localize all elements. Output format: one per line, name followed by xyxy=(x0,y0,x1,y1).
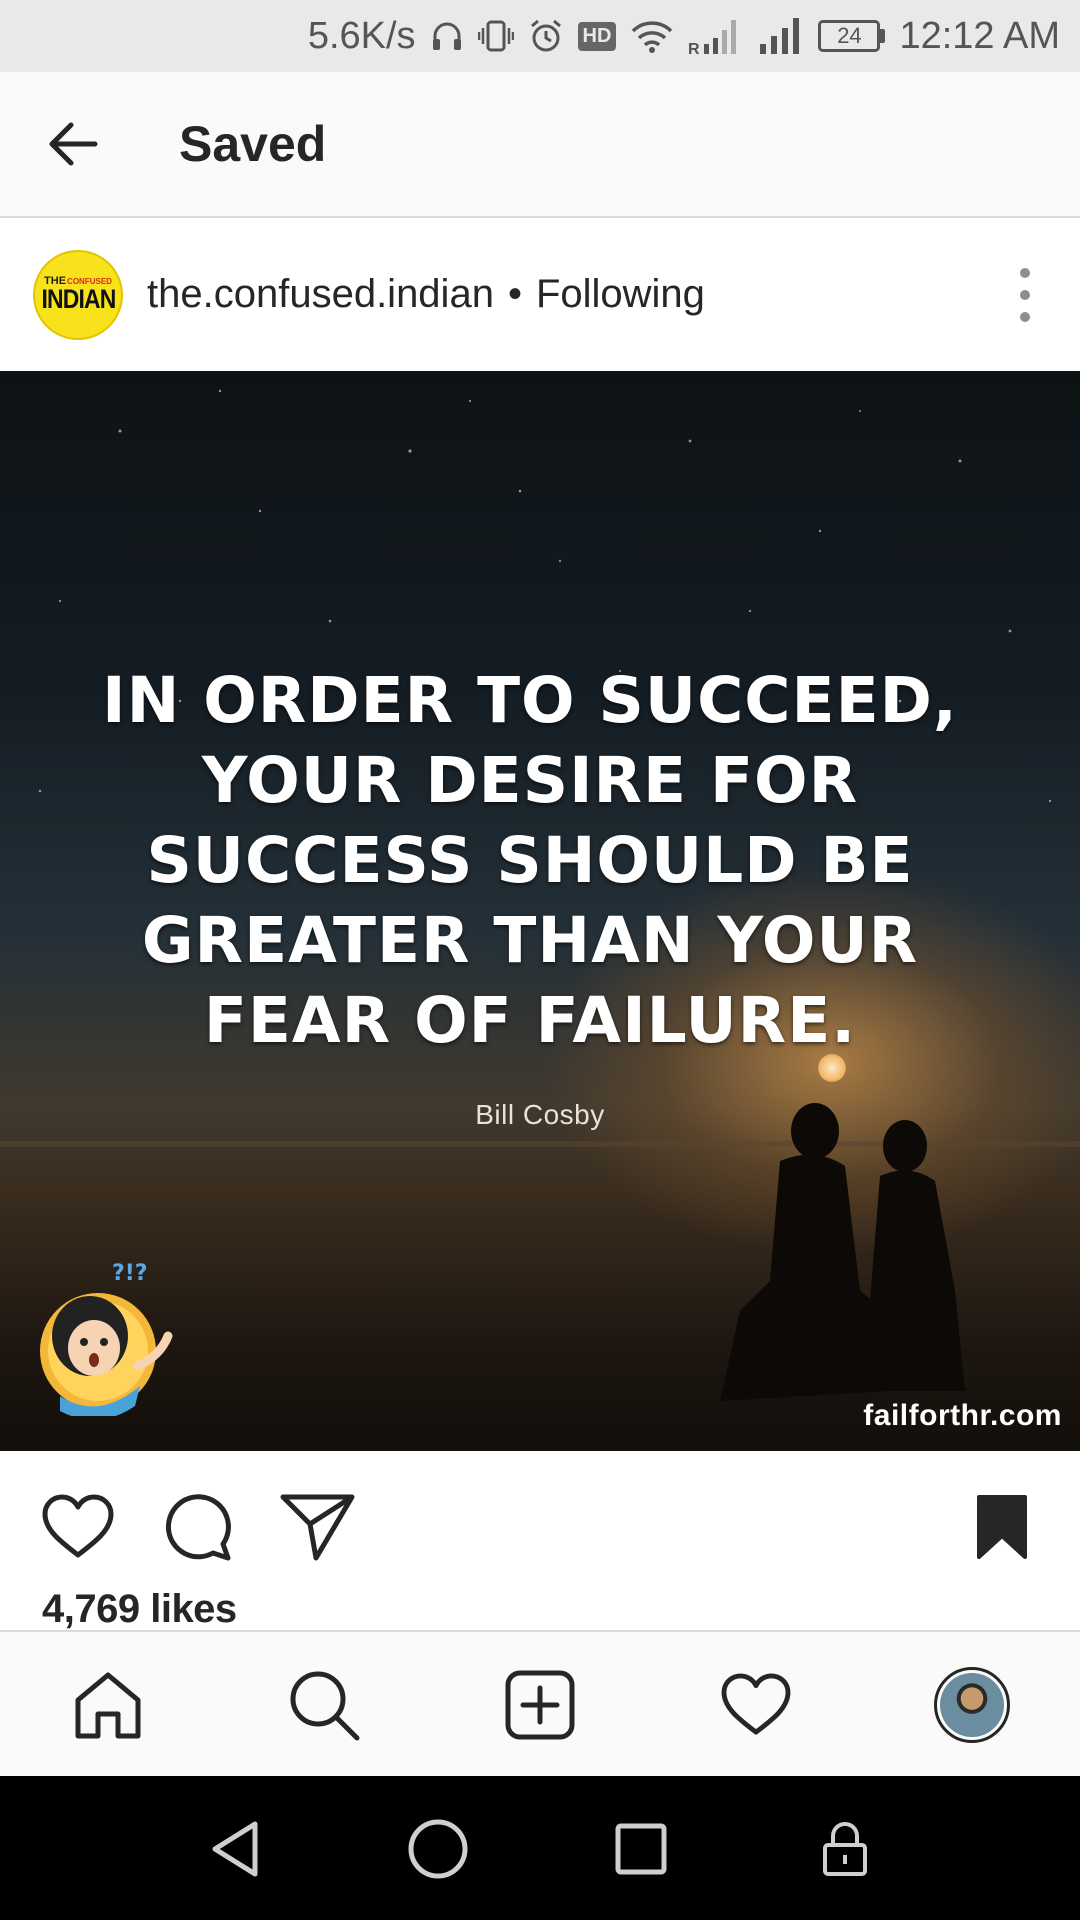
heart-outline-icon xyxy=(721,1673,791,1735)
avatar-logo-text-indian: INDIAN xyxy=(41,284,116,315)
hd-badge: HD xyxy=(577,21,617,51)
search-icon xyxy=(290,1671,360,1741)
quote-author: Bill Cosby xyxy=(475,1099,605,1130)
quote-text: IN ORDER TO SUCCEED, YOUR DESIRE FOR SUC… xyxy=(102,664,958,1057)
home-icon xyxy=(75,1672,141,1739)
mascot-logo-icon: ?!? xyxy=(40,1261,173,1416)
share-button[interactable] xyxy=(278,1487,358,1567)
plus-square-icon xyxy=(505,1670,575,1740)
arrow-left-icon xyxy=(49,122,98,166)
speech-bubble-icon xyxy=(165,1494,231,1561)
separator-dot: • xyxy=(507,272,522,316)
wifi-icon xyxy=(630,18,674,54)
post-actions-bar xyxy=(0,1451,1080,1581)
back-button[interactable] xyxy=(33,104,113,184)
triangle-back-icon xyxy=(212,1821,258,1877)
signal-icon xyxy=(758,16,804,56)
nav-profile[interactable] xyxy=(932,1665,1012,1745)
bottom-nav xyxy=(0,1630,1080,1776)
network-speed: 5.6K/s xyxy=(307,14,416,57)
mascot-question-marks: ?!? xyxy=(112,1261,148,1286)
battery-icon: 24 xyxy=(818,20,886,52)
likes-count[interactable]: 4,769 likes xyxy=(42,1587,237,1632)
heart-outline-icon xyxy=(42,1494,114,1558)
system-lock-button[interactable] xyxy=(810,1814,880,1884)
lock-icon xyxy=(823,1822,867,1876)
clock: 12:12 AM xyxy=(899,14,1060,57)
system-recents-button[interactable] xyxy=(606,1814,676,1884)
bookmark-filled-icon xyxy=(977,1495,1027,1559)
status-bar: 5.6K/s HD R 24 12:12 AM xyxy=(0,0,1080,72)
app-header: Saved xyxy=(0,72,1080,218)
alarm-icon xyxy=(528,18,564,54)
post-image[interactable]: IN ORDER TO SUCCEED, YOUR DESIRE FOR SUC… xyxy=(0,371,1080,1451)
nav-new-post[interactable] xyxy=(500,1665,580,1745)
system-back-button[interactable] xyxy=(200,1814,270,1884)
following-button[interactable]: Following xyxy=(536,272,705,317)
nav-search[interactable] xyxy=(284,1665,364,1745)
comment-button[interactable] xyxy=(158,1487,238,1567)
battery-level: 24 xyxy=(818,20,881,52)
three-dots-vertical-icon xyxy=(1020,268,1030,278)
system-home-button[interactable] xyxy=(403,1814,473,1884)
paper-plane-icon xyxy=(280,1494,355,1561)
like-button[interactable] xyxy=(38,1487,118,1567)
people-silhouette xyxy=(720,1103,965,1401)
vibrate-icon xyxy=(477,18,514,54)
watermark-text: failforthr.com xyxy=(863,1399,1062,1432)
save-button[interactable] xyxy=(962,1487,1042,1567)
signal-roaming-icon: R xyxy=(688,16,744,56)
square-recents-icon xyxy=(615,1823,667,1875)
nav-activity[interactable] xyxy=(716,1665,796,1745)
profile-avatar xyxy=(934,1667,1010,1743)
svg-text:R: R xyxy=(688,41,700,56)
circle-home-icon xyxy=(408,1819,468,1879)
post-username[interactable]: the.confused.indian xyxy=(147,272,494,317)
headphones-icon xyxy=(430,19,464,53)
post-header: THE CONFUSED INDIAN the.confused.indian … xyxy=(0,218,1080,371)
nav-home[interactable] xyxy=(68,1665,148,1745)
avatar[interactable]: THE CONFUSED INDIAN xyxy=(33,249,123,340)
more-options-button[interactable] xyxy=(1010,268,1040,322)
system-navigation-bar xyxy=(0,1776,1080,1920)
page-title: Saved xyxy=(179,116,327,172)
